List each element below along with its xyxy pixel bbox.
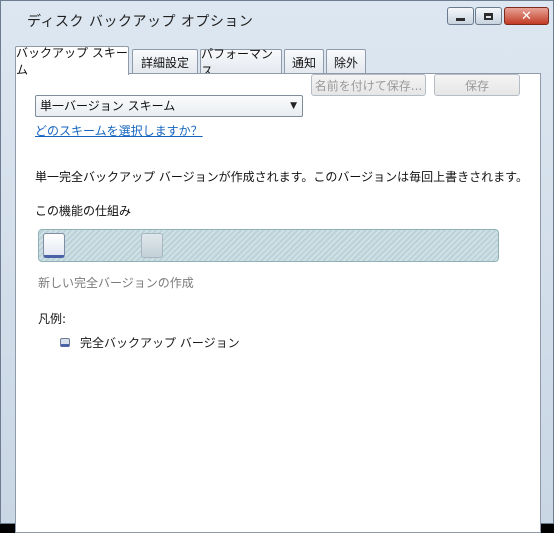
tab-backup-scheme[interactable]: バックアップ スキーム [15, 46, 129, 77]
tab-panel: 単一バージョン スキーム ▼ 名前を付けて保存... 保存 どのスキームを選択し… [15, 73, 541, 533]
chevron-down-icon: ▼ [290, 101, 297, 111]
scheme-select[interactable]: 単一バージョン スキーム ▼ [35, 95, 303, 117]
maximize-button[interactable] [475, 7, 502, 25]
legend-item-label: 完全バックアップ バージョン [80, 336, 240, 350]
tab-performance[interactable]: パフォーマンス [200, 47, 282, 78]
tab-notifications[interactable]: 通知 [284, 49, 324, 74]
minimize-icon [456, 17, 465, 21]
version-timeline [38, 229, 499, 262]
full-backup-icon [60, 338, 70, 347]
scheme-description: 単一完全バックアップ バージョンが作成されます。このバージョンは毎回上書きされま… [35, 170, 528, 184]
save-as-button[interactable]: 名前を付けて保存... [311, 74, 426, 96]
dialog-window: ディスク バックアップ オプション ✕ バックアップ スキーム 詳細設定 パフォ… [0, 0, 554, 533]
maximize-icon [484, 12, 493, 20]
legend-item: 完全バックアップ バージョン [60, 334, 240, 351]
tab-exclusions[interactable]: 除外 [326, 49, 366, 74]
close-icon: ✕ [521, 8, 532, 24]
minimize-button[interactable] [447, 7, 474, 25]
tab-advanced[interactable]: 詳細設定 [132, 49, 198, 74]
close-button[interactable]: ✕ [504, 7, 549, 25]
timeline-caption: 新しい完全バージョンの作成 [38, 276, 194, 290]
legend-title: 凡例: [38, 312, 67, 326]
how-it-works-title: この機能の仕組み [35, 204, 132, 218]
save-button[interactable]: 保存 [434, 74, 520, 96]
window-title: ディスク バックアップ オプション [27, 14, 254, 30]
scheme-help-link[interactable]: どのスキームを選択しますか？ [35, 122, 203, 139]
scheme-select-value: 単一バージョン スキーム [40, 99, 176, 113]
overwritten-version-block [141, 233, 163, 258]
full-version-block [43, 233, 65, 258]
title-bar[interactable]: ディスク バックアップ オプション ✕ [1, 1, 553, 37]
